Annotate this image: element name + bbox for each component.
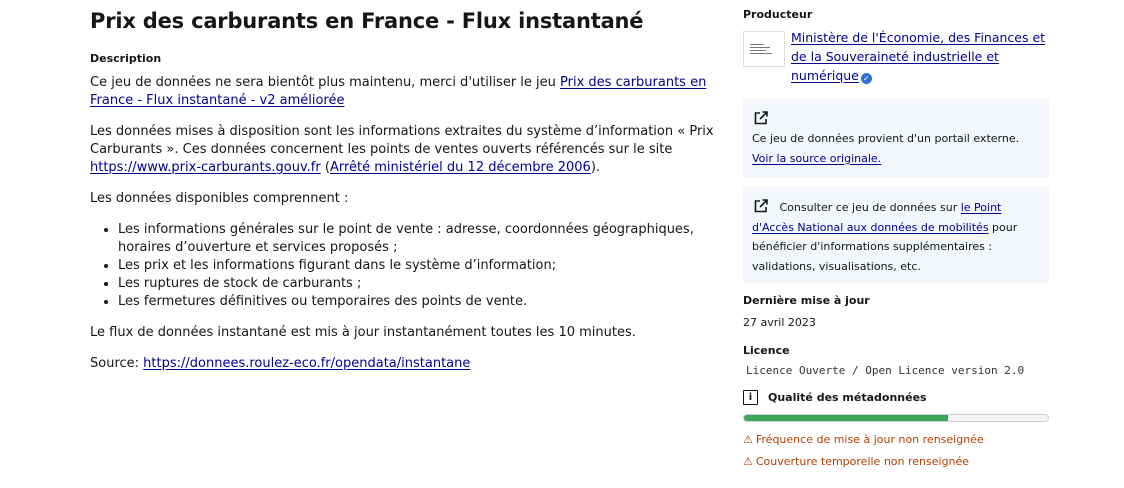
description-label: Description: [90, 52, 162, 65]
deprecation-text: Ce jeu de données ne sera bientôt plus m…: [90, 75, 561, 90]
external-link-icon: [752, 109, 1040, 129]
pan-box: Consulter ce jeu de données sur le Point…: [743, 187, 1049, 283]
available-data-intro: Les données disponibles comprennent :: [90, 191, 349, 206]
quality-progress-fill: [744, 415, 948, 421]
update-frequency-text: Le flux de données instantané est mis à …: [90, 325, 636, 340]
description-text: Les données mises à disposition sont les…: [90, 124, 714, 157]
producer-logo[interactable]: [743, 31, 785, 67]
paren-open: (: [320, 160, 330, 175]
producer-name-wrap: Ministère de l'Économie, des Finances et…: [791, 28, 1049, 85]
arrete-link[interactable]: Arrêté ministériel du 12 décembre 2006: [330, 160, 591, 175]
warning-item: ⚠ Fréquence de mise à jour non renseignée: [743, 429, 1049, 451]
dataset-sidebar: Producteur Ministère de l'Économie, des …: [743, 8, 1049, 473]
warning-text: Fréquence de mise à jour non renseignée: [755, 433, 984, 446]
warning-item: ⚠ Couverture temporelle non renseignée: [743, 451, 1049, 473]
warning-icon: ⚠: [743, 455, 753, 468]
source-label: Source:: [90, 356, 144, 371]
producer-block: Ministère de l'Économie, des Finances et…: [743, 28, 1049, 85]
verified-badge-icon: ✓: [860, 73, 872, 84]
list-item: Les ruptures de stock de carburants ;: [118, 275, 722, 293]
producer-label: Producteur: [743, 8, 813, 21]
external-link-icon: [752, 199, 780, 214]
prix-carburants-link[interactable]: https://www.prix-carburants.gouv.fr: [90, 160, 321, 175]
dataset-main: Prix des carburants en France - Flux ins…: [90, 6, 722, 386]
external-portal-text: Ce jeu de données provient d'un portail …: [752, 132, 1020, 145]
license-label: Licence: [743, 344, 790, 357]
warning-icon: ⚠: [743, 433, 753, 446]
license-value: Licence Ouverte / Open Licence version 2…: [746, 364, 1025, 377]
external-portal-box: Ce jeu de données provient d'un portail …: [743, 99, 1049, 177]
list-item: Les informations générales sur le point …: [118, 221, 722, 257]
quality-progress-bar: [743, 414, 1049, 422]
list-item: Les fermetures définitives ou temporaire…: [118, 293, 722, 311]
source-paragraph: Source: https://donnees.roulez-eco.fr/op…: [90, 355, 722, 373]
info-icon: i: [743, 390, 758, 405]
quality-label: Qualité des métadonnées: [768, 390, 927, 404]
available-data-list: Les informations générales sur le point …: [90, 221, 722, 311]
page-title: Prix des carburants en France - Flux ins…: [90, 9, 644, 33]
last-update-label: Dernière mise à jour: [743, 294, 870, 307]
list-item: Les prix et les informations figurant da…: [118, 257, 722, 275]
last-update-value: 27 avril 2023: [743, 316, 816, 329]
deprecation-notice: Ce jeu de données ne sera bientôt plus m…: [90, 74, 722, 110]
quality-header: i Qualité des métadonnées: [743, 390, 1049, 405]
description-paragraph: Les données mises à disposition sont les…: [90, 123, 722, 177]
paren-close: ).: [590, 160, 601, 175]
producer-name-link[interactable]: Ministère de l'Économie, des Finances et…: [791, 30, 1045, 83]
warning-text: Couverture temporelle non renseignée: [755, 455, 970, 468]
source-link[interactable]: https://donnees.roulez-eco.fr/opendata/i…: [143, 356, 470, 371]
original-source-link[interactable]: Voir la source originale.: [752, 152, 881, 165]
pan-text-before: Consulter ce jeu de données sur: [779, 201, 961, 214]
